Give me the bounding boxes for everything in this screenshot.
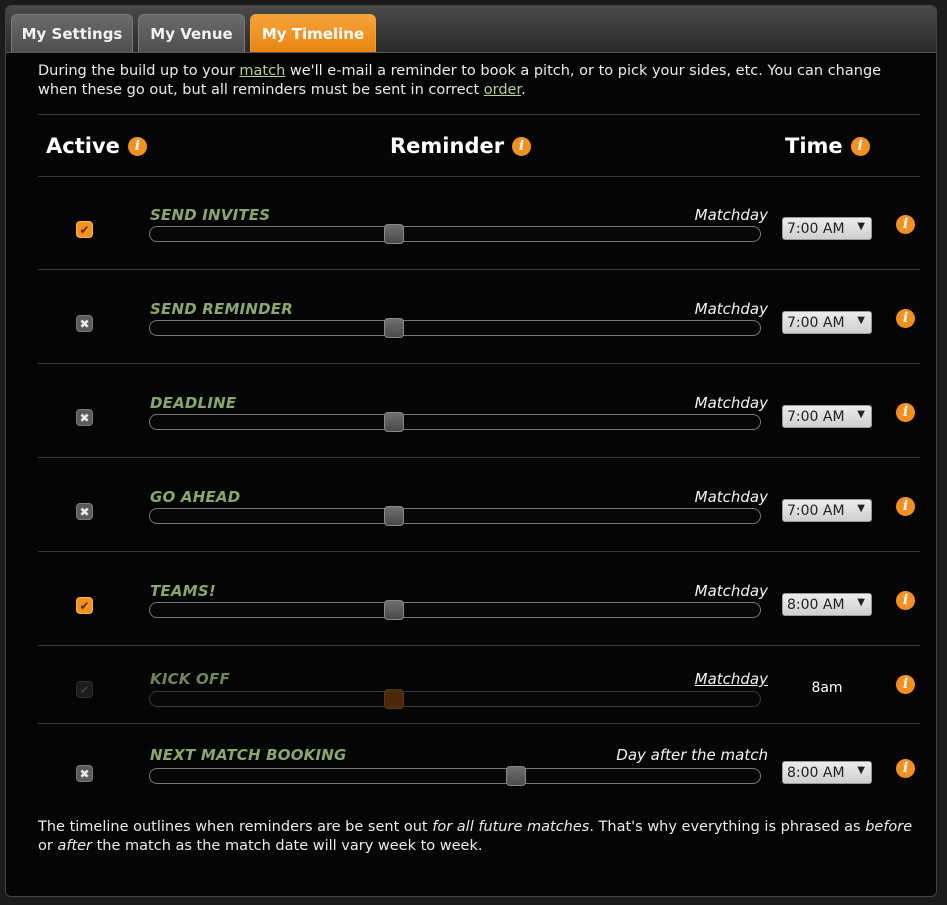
active-column-header: Active i — [46, 134, 147, 158]
time-select[interactable]: 7:00 AM ▼ — [782, 311, 872, 334]
row-info-icon[interactable]: i — [896, 309, 915, 328]
reminder-row: ✖ GO AHEAD Matchday 7:00 AM ▼ i — [38, 458, 920, 552]
tab-bar: My Settings My Venue My Timeline — [6, 6, 936, 53]
time-select[interactable]: 8:00 AM ▼ — [782, 593, 872, 616]
time-select-value: 8:00 AM — [787, 764, 845, 781]
active-checkbox[interactable]: ✖ — [76, 503, 93, 520]
order-link[interactable]: order — [484, 82, 521, 98]
active-info-icon[interactable]: i — [127, 136, 147, 156]
row-info-icon[interactable]: i — [896, 591, 915, 610]
time-select-value: 7:00 AM — [787, 220, 845, 237]
chevron-down-icon: ▼ — [857, 765, 865, 776]
timeline-panel: My Settings My Venue My Timeline During … — [5, 5, 937, 897]
reminder-info-icon[interactable]: i — [512, 136, 532, 156]
reminder-name: SEND REMINDER — [150, 300, 293, 318]
reminder-row: ✔ SEND INVITES Matchday 7:00 AM ▼ i — [38, 176, 920, 270]
reminder-name: TEAMS! — [150, 582, 216, 600]
reminder-when-label: Day after the match — [616, 746, 768, 764]
time-select-value: 7:00 AM — [787, 408, 845, 425]
chevron-down-icon: ▼ — [857, 315, 865, 326]
reminder-row: ✔ KICK OFF Matchday 8am i — [38, 646, 920, 724]
slider-handle[interactable] — [384, 224, 404, 244]
active-header-label: Active — [46, 134, 120, 158]
intro-text-part: During the build up to your — [38, 63, 240, 79]
row-info-icon[interactable]: i — [896, 215, 915, 234]
slider-handle[interactable] — [384, 600, 404, 620]
time-value: 8am — [811, 680, 843, 696]
slider-handle[interactable] — [384, 506, 404, 526]
time-select-value: 7:00 AM — [787, 502, 845, 519]
footer-emphasis: for all future matches — [432, 819, 590, 835]
reminder-row: ✖ DEADLINE Matchday 7:00 AM ▼ i — [38, 364, 920, 458]
reminder-slider — [149, 689, 761, 709]
reminder-when-label: Matchday — [694, 394, 768, 412]
reminder-name: NEXT MATCH BOOKING — [150, 746, 347, 764]
reminder-column-header: Reminder i — [390, 134, 532, 158]
reminder-name: GO AHEAD — [150, 488, 241, 506]
reminder-row: ✖ NEXT MATCH BOOKING Day after the match 8:… — [38, 724, 920, 814]
slider-handle[interactable] — [384, 318, 404, 338]
reminder-when-label[interactable]: Matchday — [695, 670, 768, 688]
active-checkbox[interactable]: ✖ — [76, 765, 93, 782]
reminder-slider[interactable] — [149, 766, 761, 786]
reminder-when-label: Matchday — [694, 582, 768, 600]
time-select-value: 7:00 AM — [787, 314, 845, 331]
footer-text: . That's why everything is phrased as — [589, 819, 866, 835]
time-column-header: Time i — [785, 134, 870, 158]
active-checkbox: ✔ — [76, 681, 93, 698]
divider — [38, 114, 920, 115]
intro-text-part: . — [521, 82, 526, 98]
row-info-icon[interactable]: i — [896, 759, 915, 778]
reminder-name: DEADLINE — [150, 394, 237, 412]
reminder-when-label: Matchday — [694, 488, 768, 506]
chevron-down-icon: ▼ — [857, 221, 865, 232]
time-header-label: Time — [785, 134, 843, 158]
active-checkbox[interactable]: ✖ — [76, 315, 93, 332]
time-info-icon[interactable]: i — [850, 136, 870, 156]
footer-text: the match as the match date will vary we… — [92, 838, 483, 854]
row-info-icon[interactable]: i — [896, 497, 915, 516]
footer-text: The timeline outlines when reminders are… — [38, 819, 433, 835]
reminder-row: ✖ SEND REMINDER Matchday 7:00 AM ▼ i — [38, 270, 920, 364]
time-select[interactable]: 7:00 AM ▼ — [782, 217, 872, 240]
slider-handle — [384, 689, 404, 709]
active-checkbox[interactable]: ✔ — [76, 221, 93, 238]
active-checkbox[interactable]: ✖ — [76, 409, 93, 426]
footer-emphasis: after — [57, 838, 93, 854]
reminder-row: ✔ TEAMS! Matchday 8:00 AM ▼ i — [38, 552, 920, 646]
chevron-down-icon: ▼ — [857, 409, 865, 420]
reminder-slider[interactable] — [149, 224, 761, 244]
footer-note: The timeline outlines when reminders are… — [38, 818, 918, 856]
footer-emphasis: before — [865, 819, 913, 835]
slider-handle[interactable] — [384, 412, 404, 432]
reminder-name: KICK OFF — [150, 670, 230, 688]
reminder-header-label: Reminder — [390, 134, 505, 158]
reminder-slider[interactable] — [149, 600, 761, 620]
tab-my-settings[interactable]: My Settings — [11, 14, 133, 52]
active-checkbox[interactable]: ✔ — [76, 597, 93, 614]
row-info-icon[interactable]: i — [896, 403, 915, 422]
time-select[interactable]: 7:00 AM ▼ — [782, 499, 872, 522]
time-select-value: 8:00 AM — [787, 596, 845, 613]
reminder-slider[interactable] — [149, 318, 761, 338]
reminder-slider[interactable] — [149, 506, 761, 526]
reminder-when-label: Matchday — [694, 300, 768, 318]
time-select[interactable]: 8:00 AM ▼ — [782, 761, 872, 784]
row-info-icon[interactable]: i — [896, 675, 915, 694]
reminder-slider[interactable] — [149, 412, 761, 432]
intro-text: During the build up to your match we'll … — [38, 62, 918, 100]
reminder-when-label: Matchday — [694, 206, 768, 224]
tab-my-venue[interactable]: My Venue — [138, 14, 245, 52]
match-link[interactable]: match — [239, 63, 285, 79]
reminder-name: SEND INVITES — [150, 206, 271, 224]
chevron-down-icon: ▼ — [857, 503, 865, 514]
chevron-down-icon: ▼ — [857, 597, 865, 608]
time-select[interactable]: 7:00 AM ▼ — [782, 405, 872, 428]
tab-my-timeline[interactable]: My Timeline — [250, 14, 376, 52]
slider-handle[interactable] — [506, 766, 526, 786]
footer-text: or — [38, 838, 58, 854]
